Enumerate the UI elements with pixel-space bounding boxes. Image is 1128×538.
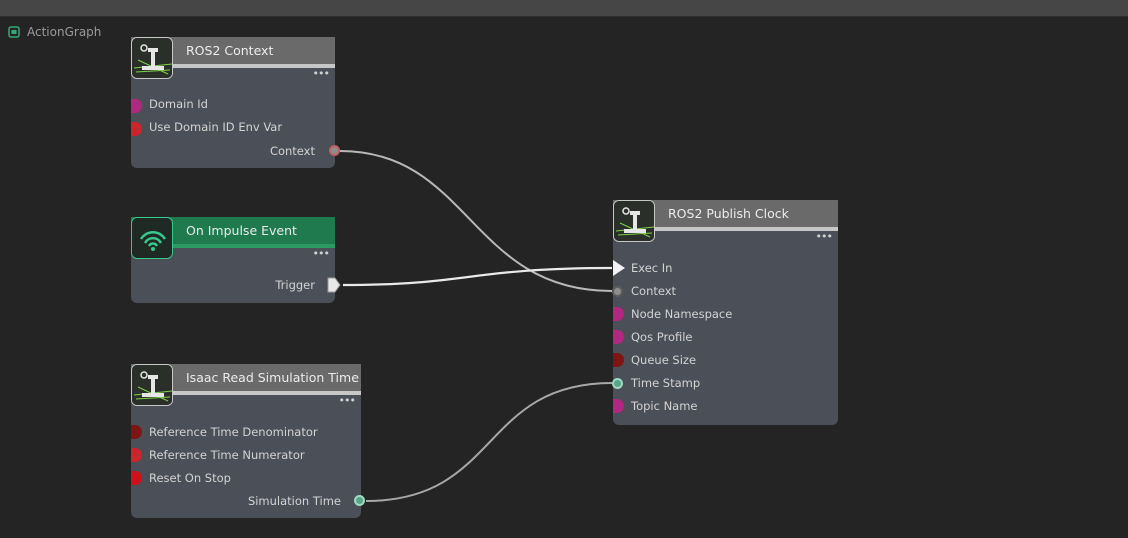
- input-pin-ref-time-numerator[interactable]: [131, 448, 142, 462]
- input-label-context: Context: [631, 284, 677, 298]
- input-label-qos-profile: Qos Profile: [631, 330, 693, 344]
- input-label-reset-on-stop: Reset On Stop: [149, 471, 231, 485]
- node-isaac-read-simulation-time[interactable]: Isaac Read Simulation Time ••• Reference…: [131, 364, 365, 518]
- output-label-simulation-time: Simulation Time: [247, 494, 341, 508]
- node-ros2-context[interactable]: ROS2 Context ••• Domain Id Use Domain ID…: [131, 37, 340, 168]
- node-title: ROS2 Publish Clock: [668, 206, 789, 221]
- ros-robot-icon: [131, 37, 173, 79]
- output-label-context: Context: [269, 144, 315, 158]
- graph-tab[interactable]: ActionGraph: [8, 23, 101, 41]
- graph-title: ActionGraph: [27, 25, 102, 39]
- input-label-node-namespace: Node Namespace: [631, 307, 733, 321]
- exec-in-pin[interactable]: [612, 259, 626, 277]
- input-label-queue-size: Queue Size: [631, 353, 697, 367]
- input-pin-reset-on-stop[interactable]: [131, 471, 142, 485]
- input-pin-node-namespace[interactable]: [613, 307, 624, 321]
- input-label-ref-time-numerator: Reference Time Numerator: [149, 448, 305, 462]
- top-toolbar: [0, 0, 1128, 17]
- ros-robot-icon: [613, 200, 655, 242]
- input-label-time-stamp: Time Stamp: [631, 376, 701, 390]
- input-pin-use-domain-id-env[interactable]: [131, 122, 142, 136]
- node-on-impulse-event[interactable]: On Impulse Event ••• Trigger: [131, 217, 341, 303]
- wifi-signal-icon: [131, 217, 173, 259]
- input-label-use-domain-id-env: Use Domain ID Env Var: [149, 120, 283, 134]
- ros-robot-icon: [131, 364, 173, 406]
- input-label-exec-in: Exec In: [631, 261, 673, 275]
- output-pin-simulation-time[interactable]: [354, 495, 365, 506]
- wire-exec: [342, 266, 613, 287]
- output-pin-trigger[interactable]: [327, 277, 341, 293]
- input-label-ref-time-denominator: Reference Time Denominator: [149, 425, 318, 439]
- input-pin-domain-id[interactable]: [131, 99, 142, 113]
- input-label-domain-id: Domain Id: [149, 97, 208, 111]
- wire-time-stamp: [365, 382, 613, 502]
- input-pin-qos-profile[interactable]: [613, 330, 624, 344]
- output-label-trigger: Trigger: [275, 278, 315, 292]
- more-dots-icon[interactable]: •••: [313, 248, 330, 259]
- more-dots-icon[interactable]: •••: [816, 231, 833, 242]
- node-title: ROS2 Context: [186, 43, 274, 58]
- input-pin-time-stamp[interactable]: [612, 378, 623, 389]
- node-ros2-publish-clock[interactable]: ROS2 Publish Clock ••• Exec In Context N…: [612, 200, 838, 425]
- action-graph-icon: [8, 26, 20, 38]
- input-pin-queue-size[interactable]: [613, 353, 624, 367]
- more-dots-icon[interactable]: •••: [339, 395, 356, 406]
- input-pin-ref-time-denominator[interactable]: [131, 425, 142, 439]
- wire-context: [339, 150, 613, 292]
- input-label-topic-name: Topic Name: [631, 399, 698, 413]
- more-dots-icon[interactable]: •••: [313, 68, 330, 79]
- node-title: Isaac Read Simulation Time: [186, 370, 359, 385]
- input-pin-topic-name[interactable]: [613, 399, 624, 413]
- input-pin-context[interactable]: [612, 286, 623, 297]
- output-pin-context[interactable]: [329, 145, 340, 156]
- node-title: On Impulse Event: [186, 223, 297, 238]
